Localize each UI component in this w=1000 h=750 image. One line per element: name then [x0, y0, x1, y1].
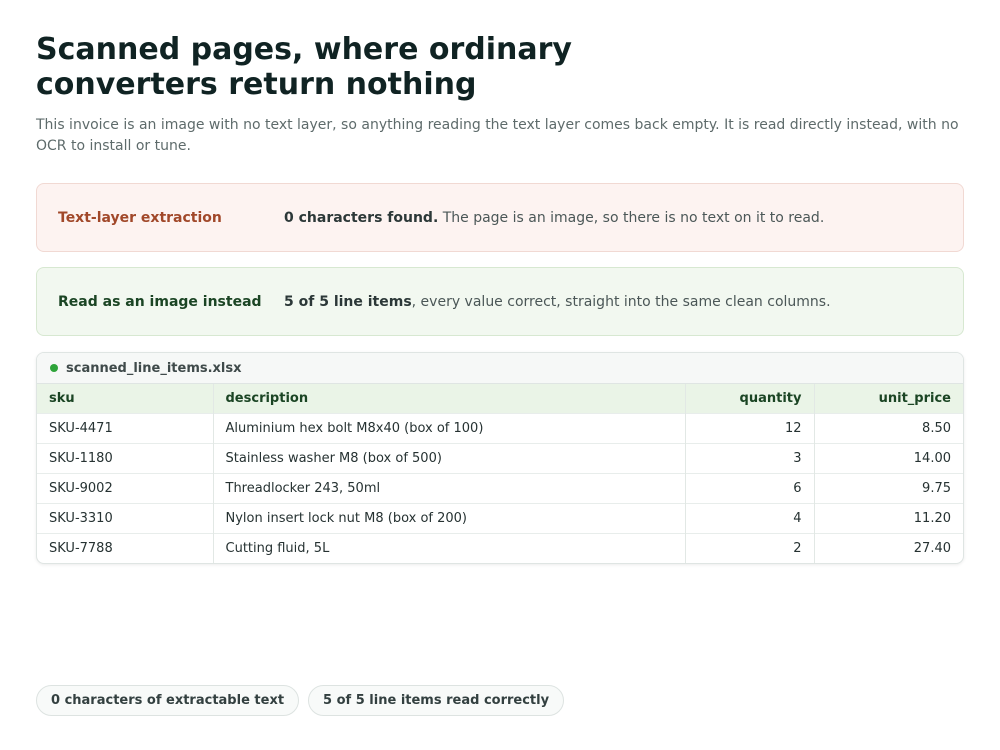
- text-layer-result-panel: Text-layer extraction 0 characters found…: [36, 183, 964, 252]
- chip-label: characters of extractable text: [60, 693, 285, 708]
- cell-sku: SKU-1180: [37, 443, 214, 474]
- table-row: SKU-9002 Threadlocker 243, 50ml 6 9.75: [37, 473, 963, 504]
- chip-count: 0: [51, 693, 61, 708]
- page-subtitle: This invoice is an image with no text la…: [36, 117, 959, 154]
- chip-count: 5 of 5: [323, 693, 365, 708]
- image-read-result-panel: Read as an image instead 5 of 5 line ite…: [36, 267, 964, 336]
- table-row: SKU-7788 Cutting fluid, 5L 2 27.40: [37, 533, 963, 563]
- cell-quantity: 4: [685, 503, 815, 534]
- cell-unit-price: 9.75: [814, 473, 963, 504]
- cell-quantity: 3: [685, 443, 815, 474]
- column-header-description: description: [213, 384, 686, 414]
- line-items-chip: 5 of 5 line items read correctly: [308, 685, 565, 716]
- image-read-label: Read as an image instead: [58, 293, 262, 310]
- chip-label: line items read correctly: [364, 693, 550, 708]
- cell-description: Nylon insert lock nut M8 (box of 200): [213, 503, 686, 534]
- cell-unit-price: 8.50: [814, 413, 963, 444]
- text-layer-label: Text-layer extraction: [58, 209, 222, 226]
- cell-sku: SKU-7788: [37, 533, 214, 563]
- line-items-table: sku description quantity unit_price SKU-…: [37, 384, 963, 563]
- cell-quantity: 6: [685, 473, 815, 504]
- cell-description: Threadlocker 243, 50ml: [213, 473, 686, 504]
- page-content: Scanned pages, where ordinary converters…: [36, 32, 964, 564]
- cell-description: Aluminium hex bolt M8x40 (box of 100): [213, 413, 686, 444]
- table-row: SKU-1180 Stainless washer M8 (box of 500…: [37, 443, 963, 474]
- text-layer-emphasis: 0 characters found.: [284, 209, 439, 226]
- file-status-dot-icon: [50, 364, 58, 372]
- cell-description: Stainless washer M8 (box of 500): [213, 443, 686, 474]
- text-layer-message: 0 characters found. The page is an image…: [284, 210, 824, 226]
- image-read-emphasis: 5 of 5 line items: [284, 293, 412, 310]
- cell-sku: SKU-4471: [37, 413, 214, 444]
- table-header-row: sku description quantity unit_price: [37, 384, 963, 414]
- table-row: SKU-4471 Aluminium hex bolt M8x40 (box o…: [37, 413, 963, 444]
- cell-unit-price: 14.00: [814, 443, 963, 474]
- spreadsheet-filename: scanned_line_items.xlsx: [66, 360, 242, 376]
- column-header-sku: sku: [37, 384, 214, 414]
- text-layer-detail: The page is an image, so there is no tex…: [438, 209, 825, 226]
- summary-chips: 0 characters of extractable text 5 of 5 …: [36, 685, 565, 716]
- page-title: Scanned pages, where ordinary converters…: [36, 32, 572, 102]
- cell-sku: SKU-3310: [37, 503, 214, 534]
- image-read-message: 5 of 5 line items, every value correct, …: [284, 294, 831, 310]
- cell-unit-price: 11.20: [814, 503, 963, 534]
- column-header-unit-price: unit_price: [814, 384, 963, 414]
- cell-description: Cutting fluid, 5L: [213, 533, 686, 563]
- table-row: SKU-3310 Nylon insert lock nut M8 (box o…: [37, 503, 963, 534]
- cell-quantity: 2: [685, 533, 815, 563]
- column-header-quantity: quantity: [685, 384, 815, 414]
- cell-unit-price: 27.40: [814, 533, 963, 563]
- cell-quantity: 12: [685, 413, 815, 444]
- image-read-detail: , every value correct, straight into the…: [411, 293, 831, 310]
- extractable-text-chip: 0 characters of extractable text: [36, 685, 300, 716]
- spreadsheet-file-bar: scanned_line_items.xlsx: [37, 353, 963, 384]
- spreadsheet-preview: scanned_line_items.xlsx sku description …: [36, 352, 964, 564]
- cell-sku: SKU-9002: [37, 473, 214, 504]
